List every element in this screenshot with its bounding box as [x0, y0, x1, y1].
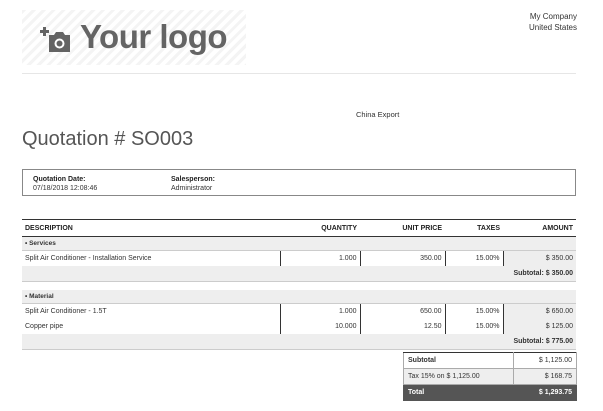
date-label: Quotation Date:	[33, 176, 86, 183]
line-unit-price: 650.00	[360, 303, 446, 319]
col-amount: AMOUNT	[503, 219, 576, 237]
tax-value: $ 168.75	[513, 368, 577, 385]
line-quantity: 1.000	[280, 303, 361, 319]
total-label: Total	[403, 384, 514, 401]
line-taxes: 15.00%	[445, 319, 504, 334]
logo-text: Your logo	[80, 18, 228, 55]
col-taxes: TAXES	[445, 219, 503, 237]
line-amount: $ 125.00	[503, 319, 576, 334]
line-unit-price: 350.00	[360, 250, 446, 266]
total-row: Total $ 1,293.75	[403, 384, 577, 401]
table-row: Split Air Conditioner - 1.5T 1.000 650.0…	[22, 303, 576, 319]
logo-placeholder: Your logo	[22, 10, 246, 65]
customer-name: China Export	[356, 110, 400, 119]
tax-label: Tax 15% on $ 1,125.00	[403, 368, 514, 385]
totals-table: Subtotal $ 1,125.00 Tax 15% on $ 1,125.0…	[403, 352, 577, 401]
line-amount: $ 350.00	[503, 250, 576, 266]
section-name: Services	[29, 240, 56, 247]
salesperson-label: Salesperson:	[171, 176, 215, 183]
company-country: United States	[528, 23, 577, 32]
subtotal-row: Subtotal $ 1,125.00	[403, 352, 577, 369]
line-description: Copper pipe	[22, 319, 281, 334]
table-row: Split Air Conditioner - Installation Ser…	[22, 250, 576, 266]
table-header-row: DESCRIPTION QUANTITY UNIT PRICE TAXES AM…	[22, 219, 576, 237]
section-subtotal-row: Subtotal: $ 775.00	[22, 334, 576, 350]
col-quantity: QUANTITY	[280, 219, 360, 237]
company-name: My Company	[529, 12, 577, 21]
subtotal-value: $ 1,125.00	[513, 352, 577, 369]
salesperson-value: Administrator	[171, 185, 213, 192]
col-unit-price: UNIT PRICE	[360, 219, 445, 237]
tax-row: Tax 15% on $ 1,125.00 $ 168.75	[403, 368, 577, 385]
line-taxes: 15.00%	[445, 303, 504, 319]
order-lines-table: DESCRIPTION QUANTITY UNIT PRICE TAXES AM…	[22, 219, 576, 350]
line-amount: $ 650.00	[503, 303, 576, 319]
subtotal-label: Subtotal	[403, 352, 514, 369]
page-title: Quotation # SO003	[22, 128, 194, 150]
date-value: 07/18/2018 12:08:46	[33, 185, 98, 192]
section-subtotal: Subtotal: $ 775.00	[22, 334, 576, 350]
line-description: Split Air Conditioner - Installation Ser…	[22, 250, 281, 266]
section-row: • Services	[22, 236, 576, 251]
line-taxes: 15.00%	[445, 250, 504, 266]
line-quantity: 10.000	[280, 319, 361, 334]
col-description: DESCRIPTION	[22, 219, 280, 237]
header-divider	[22, 73, 576, 74]
line-unit-price: 12.50	[360, 319, 446, 334]
line-description: Split Air Conditioner - 1.5T	[22, 303, 281, 319]
camera-plus-icon	[40, 27, 70, 52]
section-subtotal: Subtotal: $ 350.00	[22, 266, 576, 282]
quotation-info-box: Quotation Date: 07/18/2018 12:08:46 Sale…	[22, 169, 576, 196]
section-row: • Material	[22, 290, 576, 304]
section-name: Material	[29, 293, 54, 300]
section-subtotal-row: Subtotal: $ 350.00	[22, 266, 576, 282]
total-value: $ 1,293.75	[513, 384, 577, 401]
line-quantity: 1.000	[280, 250, 361, 266]
table-row: Copper pipe 10.000 12.50 15.00% $ 125.00	[22, 319, 576, 334]
company-address: My Company United States	[529, 11, 577, 33]
